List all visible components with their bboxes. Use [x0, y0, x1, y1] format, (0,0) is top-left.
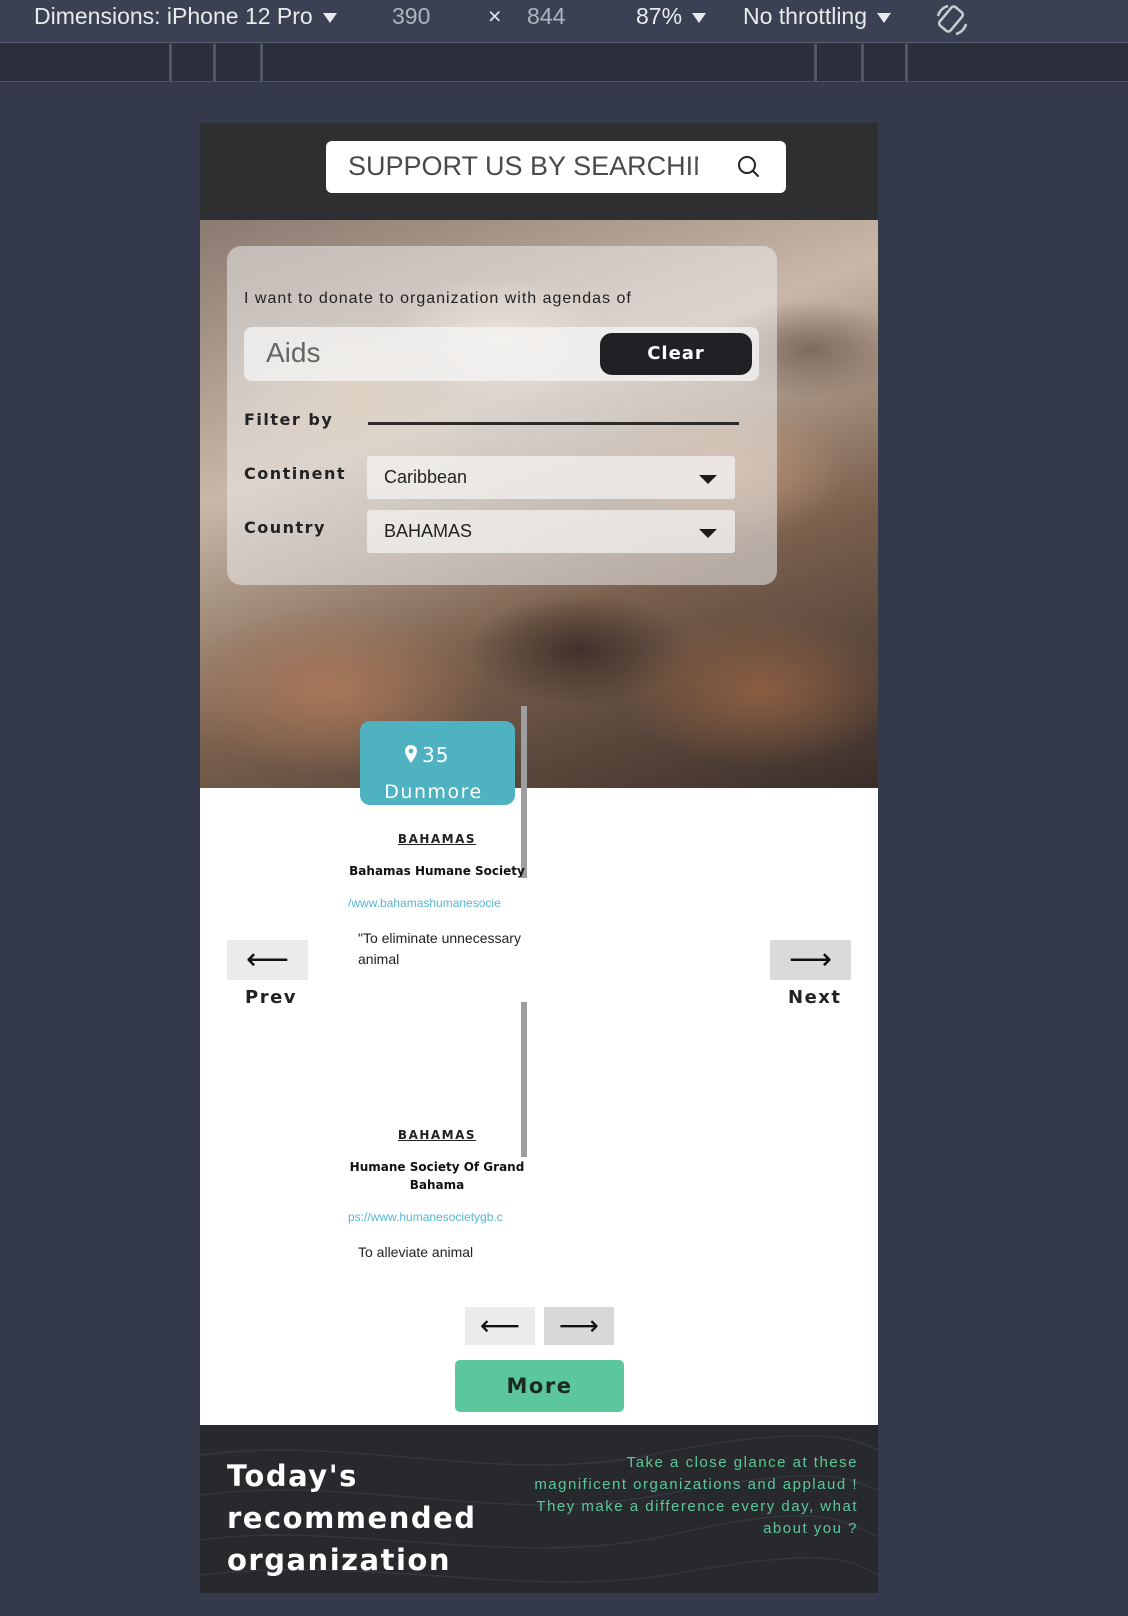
card-url-link[interactable]: /www.bahamashumanesocie [348, 896, 528, 910]
dropdown-arrow-icon [692, 12, 707, 23]
country-select[interactable]: BAHAMAS [367, 510, 735, 553]
throttling-label: No throttling [743, 3, 868, 29]
device-dimensions-select[interactable]: Dimensions: iPhone 12 Pro [34, 3, 337, 30]
next-label[interactable]: Next [788, 987, 842, 1008]
donation-filter-panel: I want to donate to organization with ag… [227, 246, 777, 585]
footer: Today's recommended organization Take a … [200, 1425, 878, 1593]
device-dimensions-label: Dimensions: iPhone 12 Pro [34, 3, 313, 29]
chevron-down-icon [699, 475, 717, 484]
country-value: BAHAMAS [384, 521, 473, 541]
chevron-down-icon [699, 529, 717, 538]
dropdown-arrow-icon [322, 12, 337, 23]
times-icon: × [488, 3, 502, 29]
devtools-toolbar: Dimensions: iPhone 12 Pro 390 × 844 87% … [0, 0, 1128, 43]
top-bar: SUPPORT US BY SEARCHIN [200, 123, 878, 220]
arrow-left-icon: ⟵ [245, 942, 289, 977]
arrow-right-icon: ⟶ [788, 942, 832, 977]
throttling-select[interactable]: No throttling [743, 3, 892, 30]
clear-button[interactable]: Clear [600, 333, 752, 375]
search-box[interactable]: SUPPORT US BY SEARCHIN [326, 141, 786, 193]
media-query-bar [0, 44, 1128, 82]
pager-next-button[interactable]: ⟶ [544, 1307, 614, 1345]
country-label: Country [244, 518, 326, 537]
dropdown-arrow-icon [877, 12, 892, 23]
location-count: 35 [422, 743, 450, 767]
card-mission: To alleviate animal [358, 1244, 474, 1260]
continent-value: Caribbean [384, 467, 468, 487]
rotate-icon[interactable] [934, 2, 970, 38]
filter-title: I want to donate to organization with ag… [244, 290, 632, 307]
card-url-link[interactable]: ps://www.humanesocietygb.c [348, 1210, 528, 1224]
card-country: BAHAMAS [397, 1128, 477, 1142]
location-city: Dunmore [384, 781, 483, 803]
filter-by-label: Filter by [244, 410, 334, 429]
card-org-name: Humane Society Of Grand Bahama [349, 1160, 525, 1192]
continent-select[interactable]: Caribbean [367, 456, 735, 499]
card-org-name: Bahamas Humane Society [349, 864, 525, 878]
agenda-input[interactable]: Aids [266, 337, 320, 369]
arrow-left-icon: ⟵ [479, 1309, 521, 1342]
prev-button[interactable]: ⟵ [227, 940, 308, 980]
zoom-label: 87% [636, 3, 683, 29]
device-viewport: SUPPORT US BY SEARCHIN I want to donate … [200, 123, 878, 1593]
continent-label: Continent [244, 464, 347, 483]
agenda-field[interactable]: Aids Clear [244, 327, 759, 381]
hero-image: I want to donate to organization with ag… [200, 220, 878, 788]
height-input[interactable]: 844 [527, 3, 565, 30]
card-country: BAHAMAS [397, 832, 477, 846]
arrow-right-icon: ⟶ [558, 1309, 600, 1342]
search-icon[interactable] [736, 154, 762, 180]
next-button[interactable]: ⟶ [770, 940, 851, 980]
prev-label[interactable]: Prev [245, 987, 297, 1008]
width-input[interactable]: 390 [392, 3, 430, 30]
footer-tagline: Take a close glance at these magnificent… [534, 1454, 858, 1537]
location-badge: 35 Dunmore [360, 721, 515, 805]
footer-title: Today's recommended organization [227, 1459, 477, 1577]
map-pin-icon [405, 745, 417, 763]
card-scrollbar[interactable] [521, 706, 527, 878]
filter-divider [368, 422, 739, 425]
card-mission: "To eliminate unnecessary animal [358, 930, 521, 967]
more-button[interactable]: More [455, 1360, 624, 1412]
pager-prev-button[interactable]: ⟵ [465, 1307, 535, 1345]
zoom-select[interactable]: 87% [636, 3, 707, 30]
search-input[interactable]: SUPPORT US BY SEARCHIN [348, 151, 698, 182]
